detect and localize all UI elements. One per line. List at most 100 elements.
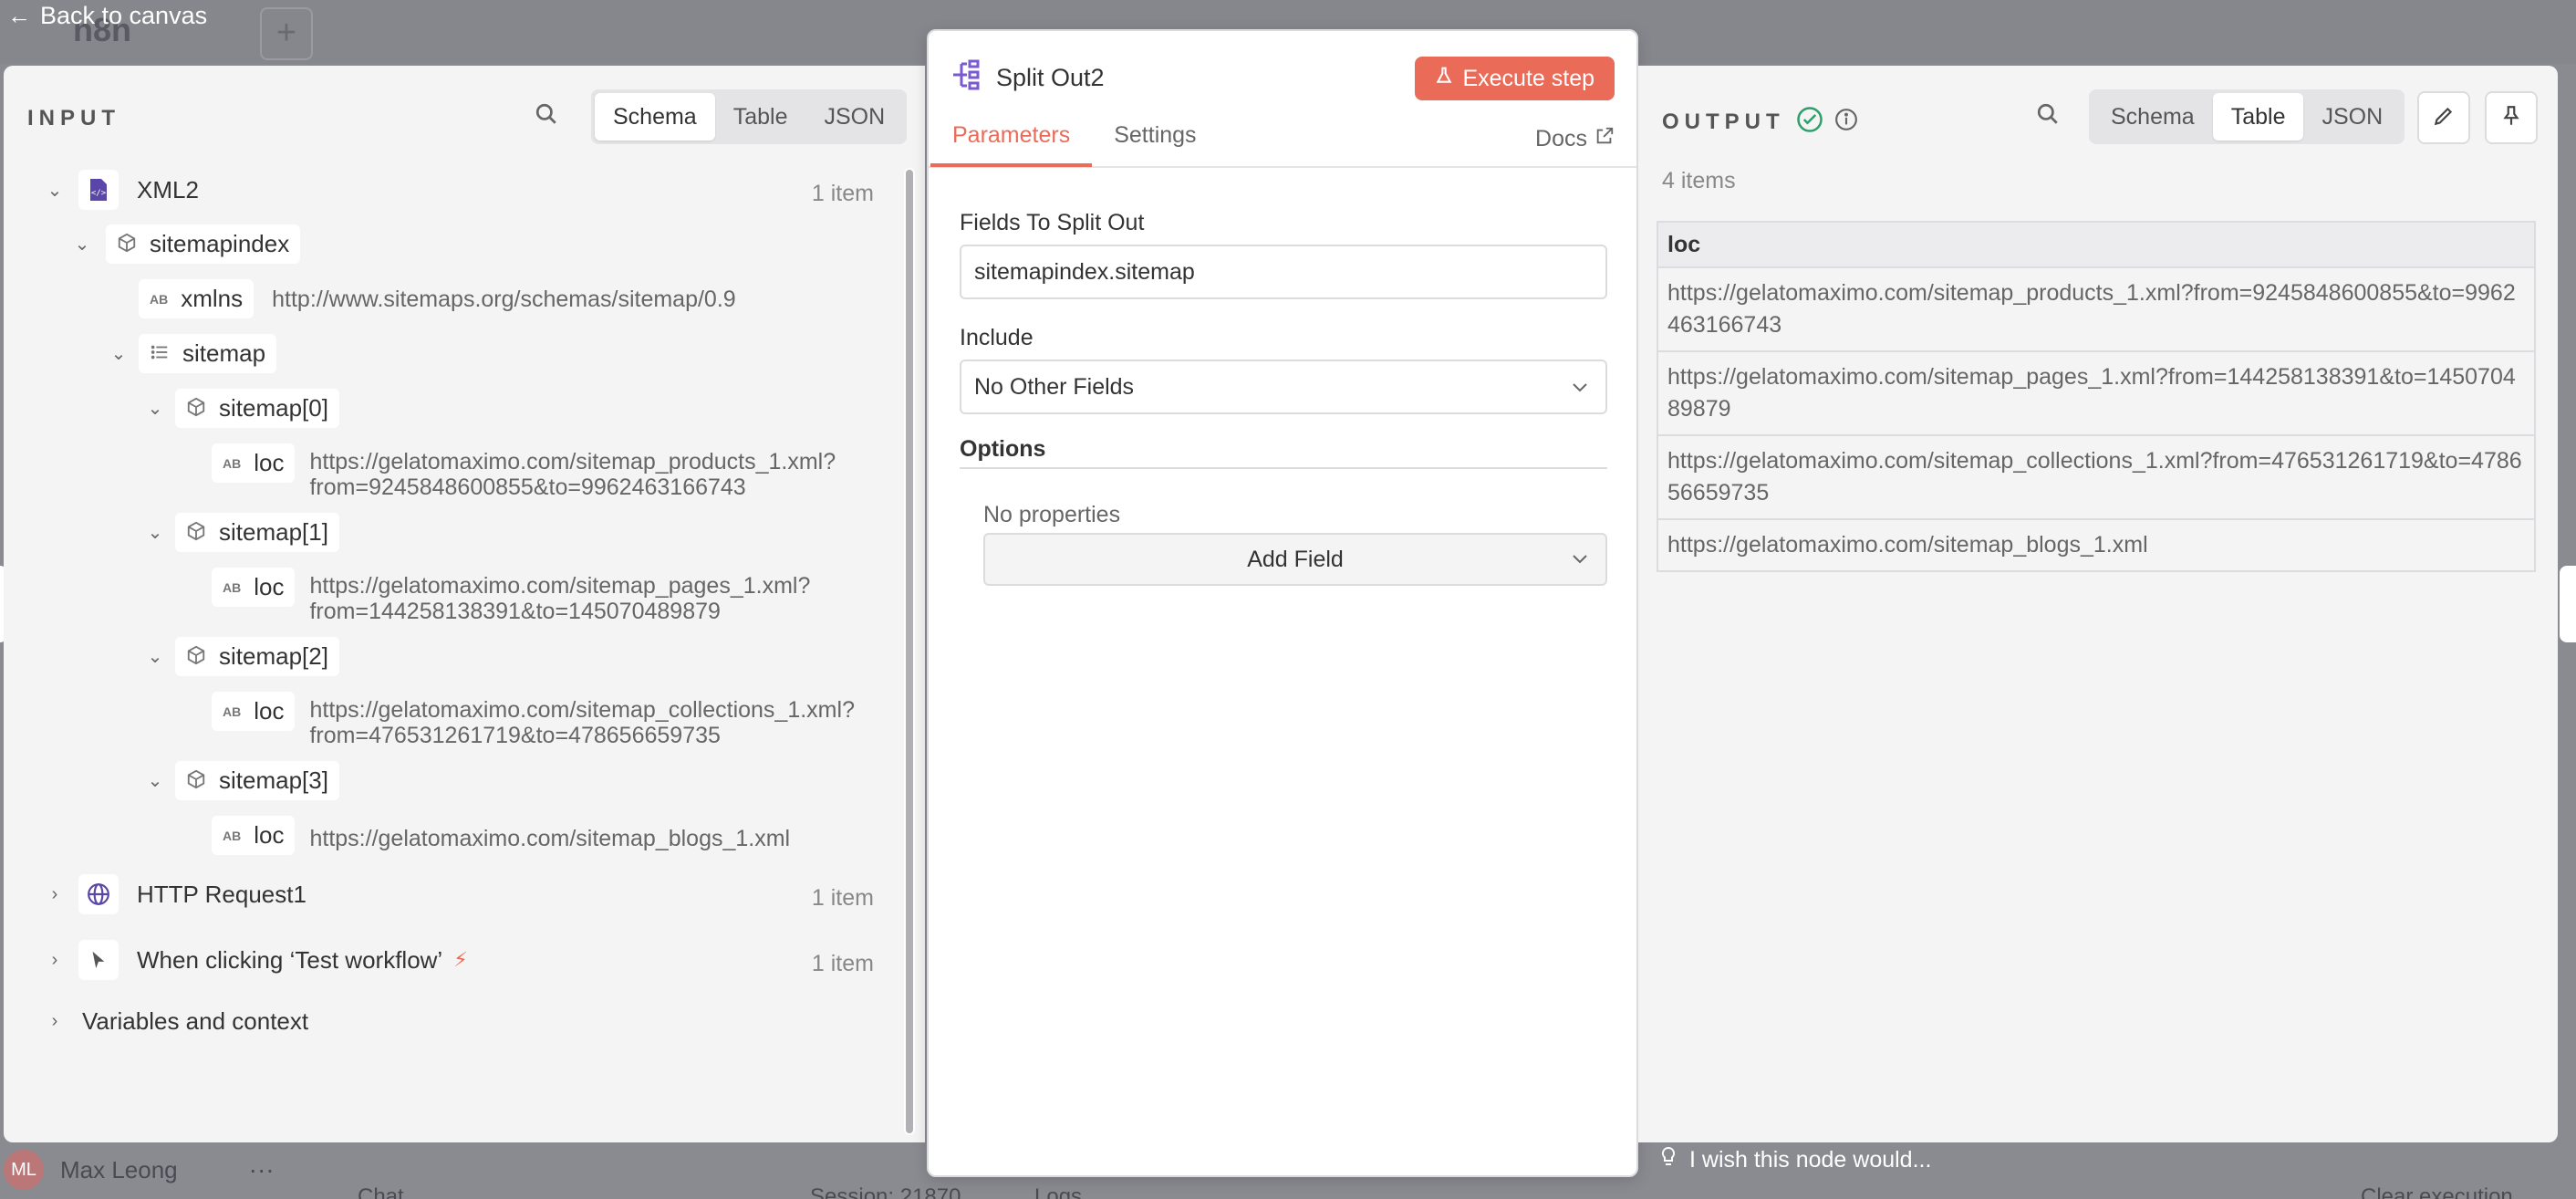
input-title: INPUT <box>27 106 120 130</box>
value-line: from=476531261719&to=478656659735 <box>309 723 721 748</box>
table-row[interactable]: https://gelatomaximo.com/sitemap_collect… <box>1658 436 2534 520</box>
tab-parameters[interactable]: Parameters <box>930 122 1093 167</box>
tree-node-variables[interactable]: › Variables and context <box>46 1007 308 1036</box>
node-title: Split Out2 <box>950 58 1105 98</box>
lightning-icon: ⚡ <box>453 948 468 971</box>
field-key: loc <box>254 821 285 849</box>
chevron-down-icon: ⌄ <box>147 647 163 667</box>
item-count: 1 item <box>811 885 874 911</box>
chevron-down-icon: ⌄ <box>74 235 90 255</box>
more-icon: ··· <box>248 1155 275 1183</box>
feedback-link[interactable]: I wish this node would... <box>1660 1146 1931 1174</box>
table-row[interactable]: https://gelatomaximo.com/sitemap_blogs_1… <box>1658 520 2534 570</box>
string-pill: AB loc <box>212 568 296 607</box>
tree-field-loc: AB loc https://gelatomaximo.com/sitemap_… <box>212 443 836 500</box>
add-field-button[interactable]: Add Field <box>983 533 1607 586</box>
docs-link[interactable]: Docs <box>1535 126 1615 152</box>
clear-execution-label: Clear execution <box>2361 1184 2513 1199</box>
field-value: https://gelatomaximo.com/sitemap_collect… <box>309 697 855 748</box>
feedback-label: I wish this node would... <box>1689 1147 1932 1173</box>
value-line: https://gelatomaximo.com/sitemap_collect… <box>309 697 855 723</box>
field-key: loc <box>254 573 285 600</box>
file-code-icon: </> <box>78 170 119 210</box>
tree-node-label: XML2 <box>137 175 199 203</box>
tree-node-xml2[interactable]: ⌄ </> XML2 <box>46 170 199 210</box>
search-icon[interactable] <box>535 102 567 135</box>
output-tab-table[interactable]: Table <box>2212 93 2304 141</box>
cube-icon <box>186 769 206 792</box>
docs-label: Docs <box>1535 126 1587 151</box>
pencil-icon <box>2432 104 2456 132</box>
field-value: https://gelatomaximo.com/sitemap_product… <box>309 449 836 500</box>
tab-settings[interactable]: Settings <box>1092 122 1218 167</box>
object-key: sitemap[3] <box>219 766 328 794</box>
tree-node-sitemapindex[interactable]: ⌄ sitemapindex <box>73 224 301 264</box>
table-header: loc <box>1658 223 2534 268</box>
object-pill: sitemap[0] <box>175 389 339 428</box>
value-line: https://gelatomaximo.com/sitemap_product… <box>309 449 836 474</box>
tree-node-sitemap-2[interactable]: ⌄ sitemap[2] <box>146 637 339 676</box>
pin-output-button[interactable] <box>2485 91 2538 144</box>
chevron-right-icon: › <box>51 883 58 904</box>
tree-node-sitemap-0[interactable]: ⌄ sitemap[0] <box>146 389 339 428</box>
list-icon <box>150 342 170 365</box>
object-pill: sitemapindex <box>106 224 301 264</box>
tree-node-sitemap-3[interactable]: ⌄ sitemap[3] <box>146 761 339 800</box>
output-title: OUTPUT <box>1662 106 1858 138</box>
table-row[interactable]: https://gelatomaximo.com/sitemap_pages_1… <box>1658 352 2534 436</box>
input-tab-table[interactable]: Table <box>715 93 806 141</box>
output-tab-json[interactable]: JSON <box>2303 93 2401 141</box>
user-name: Max Leong <box>60 1155 178 1183</box>
scrollbar-thumb[interactable] <box>906 170 913 1133</box>
string-type-icon: AB <box>223 455 242 471</box>
node-name[interactable]: Split Out2 <box>996 64 1105 92</box>
tree-node-label: Variables and context <box>82 1007 309 1035</box>
globe-icon <box>78 874 119 914</box>
item-count: 1 item <box>811 951 874 976</box>
tree-node-label: HTTP Request1 <box>137 880 306 908</box>
field-value: https://gelatomaximo.com/sitemap_pages_1… <box>309 573 810 624</box>
value-line: from=144258138391&to=145070489879 <box>309 599 721 624</box>
check-circle-icon <box>1796 106 1823 138</box>
tree-node-trigger[interactable]: › When clicking ‘Test workflow’ ⚡ <box>46 940 468 980</box>
array-key: sitemap <box>182 339 266 367</box>
value-line: https://gelatomaximo.com/sitemap_pages_1… <box>309 573 811 599</box>
chevron-down-icon: ⌄ <box>110 344 127 364</box>
field-key: loc <box>254 449 285 476</box>
input-panel: INPUT Schema Table JSON ⌄ </> XML2 1 ite… <box>4 66 925 1142</box>
session-label: Session: 21870 <box>810 1184 961 1199</box>
input-tab-schema[interactable]: Schema <box>595 93 715 141</box>
fields-to-split-input[interactable]: sitemapindex.sitemap <box>960 245 1607 299</box>
array-pill: sitemap <box>139 334 277 373</box>
split-out-icon <box>950 58 983 98</box>
string-type-icon: AB <box>223 579 242 595</box>
external-link-icon <box>1594 126 1615 152</box>
table-row[interactable]: https://gelatomaximo.com/sitemap_product… <box>1658 268 2534 352</box>
item-count: 1 item <box>811 181 874 206</box>
output-tab-schema[interactable]: Schema <box>2093 93 2213 141</box>
tree-node-http-request[interactable]: › HTTP Request1 <box>46 874 306 914</box>
chevron-right-icon: › <box>51 1011 58 1031</box>
input-tab-json[interactable]: JSON <box>805 93 903 141</box>
user-menu: ML Max Leong ··· <box>0 1141 328 1199</box>
object-key: sitemap[2] <box>219 642 328 670</box>
search-icon[interactable] <box>2036 102 2069 135</box>
execute-step-button[interactable]: Execute step <box>1415 57 1615 100</box>
object-pill: sitemap[1] <box>175 513 339 552</box>
back-to-canvas-button[interactable]: ← Back to canvas <box>7 2 207 30</box>
tree-node-label: When clicking ‘Test workflow’ <box>137 945 443 974</box>
chevron-down-icon: ⌄ <box>147 771 163 791</box>
include-select[interactable]: No Other Fields <box>960 360 1607 414</box>
edit-output-button[interactable] <box>2417 91 2470 144</box>
tree-node-sitemap[interactable]: ⌄ sitemap <box>109 334 277 373</box>
chevron-down-icon <box>1569 547 1591 576</box>
field-value: https://gelatomaximo.com/sitemap_blogs_1… <box>309 825 791 851</box>
tree-field-loc: AB loc https://gelatomaximo.com/sitemap_… <box>212 692 855 748</box>
tree-node-sitemap-1[interactable]: ⌄ sitemap[1] <box>146 513 339 552</box>
info-icon[interactable] <box>1834 108 1858 136</box>
cursor-icon <box>78 940 119 980</box>
logs-label: Logs <box>1034 1184 1083 1199</box>
lightbulb-icon <box>1660 1146 1677 1174</box>
string-type-icon: AB <box>223 704 242 719</box>
string-pill: AB xmlns <box>139 279 254 318</box>
